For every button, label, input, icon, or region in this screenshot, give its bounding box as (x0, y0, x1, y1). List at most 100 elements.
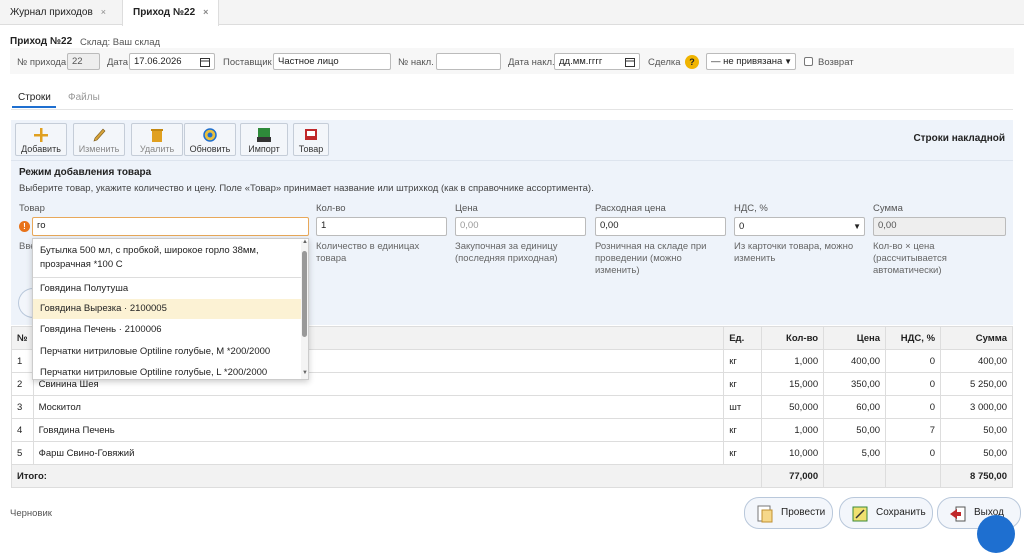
warehouse-label: Склад: Ваш склад (80, 37, 161, 48)
divider (11, 109, 1013, 110)
refresh-icon (203, 128, 217, 142)
suggestion-item[interactable]: Бутылка 500 мл, с пробкой, широкое горло… (33, 244, 301, 272)
cell-num: 5 (11, 441, 34, 465)
suggestion-item-highlighted[interactable]: Говядина Вырезка · 2100005 (33, 299, 301, 319)
divider (11, 160, 1013, 161)
calendar-icon[interactable] (200, 57, 210, 67)
warning-icon: ! (19, 221, 30, 232)
cell-price: 400,00 (823, 349, 887, 373)
table-row[interactable]: 5 Фарш Свино-Говяжий кг 10,000 5,00 0 50,00 (11, 441, 1013, 465)
cell-price: 60,00 (823, 395, 887, 419)
tab-journal[interactable]: Журнал приходов × (0, 0, 116, 25)
save-button[interactable]: Сохранить (839, 497, 933, 529)
help-icon[interactable]: ? (685, 55, 699, 69)
add-mode-title: Режим добавления товара (19, 167, 152, 178)
subtab-files[interactable]: Файлы (68, 92, 100, 103)
deal-label: Сделка (648, 57, 681, 68)
cell-price: 350,00 (823, 372, 887, 396)
vat-hint: Из карточки товара, можно изменить (734, 241, 854, 264)
cell-sum: 50,00 (940, 441, 1013, 465)
trash-icon (151, 129, 163, 142)
exit-icon (950, 506, 966, 522)
product-button[interactable]: Товар (293, 123, 329, 156)
suggestion-item[interactable]: Говядина Полутуша (33, 278, 301, 299)
return-checkbox[interactable] (804, 57, 813, 66)
chevron-down-icon: ▼ (784, 57, 792, 66)
col-unit[interactable]: Ед. (723, 326, 763, 350)
col-qty[interactable]: Кол-во (761, 326, 825, 350)
col-vat[interactable]: НДС, % (885, 326, 942, 350)
table-row[interactable]: 3 Москитол шт 50,000 60,00 0 3 000,00 (11, 395, 1013, 419)
deal-select[interactable]: — не привязана ▼ (706, 53, 796, 70)
product-label: Товар (19, 203, 45, 214)
scroll-down-icon[interactable]: ▼ (302, 370, 308, 376)
chat-widget-button[interactable] (977, 515, 1015, 553)
sum-hint: Кол-во × цена (рассчитывается автоматиче… (873, 241, 947, 276)
subtab-active-indicator (12, 106, 56, 108)
import-button[interactable]: Импорт (240, 123, 288, 156)
add-button-label: Добавить (21, 144, 61, 154)
cell-unit: кг (723, 441, 763, 465)
delete-button[interactable]: Удалить (131, 123, 183, 156)
sum-label: Сумма (873, 203, 903, 214)
receipt-number-field: 22 (67, 53, 100, 70)
scroll-up-icon[interactable]: ▲ (302, 239, 308, 245)
plus-icon (34, 128, 48, 142)
cell-sum: 50,00 (940, 418, 1013, 442)
add-button[interactable]: Добавить (15, 123, 67, 156)
price-hint: Закупочная за единицу (последняя приходн… (455, 241, 558, 264)
table-total-row: Итого: 77,000 8 750,00 (10, 464, 1013, 488)
product-suggestions: Бутылка 500 мл, с пробкой, широкое горло… (32, 238, 309, 380)
scrollbar-thumb[interactable] (302, 251, 307, 337)
cell-vat: 0 (885, 349, 942, 373)
total-sum: 8 750,00 (940, 464, 1013, 488)
suggestion-item[interactable]: Перчатки нитриловые Optiline голубые, M … (33, 341, 301, 362)
total-qty: 77,000 (761, 464, 825, 488)
suggestion-item[interactable]: Перчатки нитриловые Optiline голубые, L … (33, 364, 301, 379)
price-input[interactable]: 0,00 (455, 217, 586, 236)
import-icon (257, 128, 271, 142)
subtab-lines[interactable]: Строки (18, 92, 51, 103)
cell-qty: 15,000 (761, 372, 825, 396)
retail-price-label: Расходная цена (595, 203, 666, 214)
post-button[interactable]: Провести (744, 497, 833, 529)
col-sum[interactable]: Сумма (940, 326, 1013, 350)
cell-qty: 1,000 (761, 349, 825, 373)
post-button-label: Провести (781, 507, 826, 518)
deal-value: — не привязана (711, 56, 783, 67)
qty-hint: Количество в единицах товара (316, 241, 420, 264)
invoice-number-label: № накл. (398, 57, 434, 68)
retail-price-input[interactable]: 0,00 (595, 217, 726, 236)
invoice-number-field[interactable] (436, 53, 501, 70)
calendar-icon[interactable] (625, 57, 635, 67)
date-field[interactable]: 17.06.2026 (129, 53, 215, 70)
refresh-button[interactable]: Обновить (184, 123, 236, 156)
cell-num: 1 (11, 349, 34, 373)
close-icon[interactable]: × (203, 7, 208, 17)
close-icon[interactable]: × (101, 7, 106, 17)
vat-select[interactable]: 0 ▼ (734, 217, 865, 236)
col-price[interactable]: Цена (823, 326, 887, 350)
edit-button[interactable]: Изменить (73, 123, 125, 156)
sum-field: 0,00 (873, 217, 1006, 236)
lines-title: Строки накладной (913, 133, 1005, 144)
table-row[interactable]: 4 Говядина Печень кг 1,000 50,00 7 50,00 (11, 418, 1013, 442)
supplier-field[interactable]: Частное лицо (273, 53, 391, 70)
cell-vat: 0 (885, 372, 942, 396)
invoice-date-value: дд.мм.гггг (559, 56, 603, 67)
col-num[interactable]: № (11, 326, 34, 350)
suggestion-item[interactable]: Говядина Печень · 2100006 (33, 320, 301, 340)
tab-receipt[interactable]: Приход №22 × (122, 0, 220, 26)
product-button-label: Товар (298, 144, 324, 154)
page-title: Приход №22 (10, 36, 73, 47)
cell-price: 5,00 (823, 441, 887, 465)
supplier-label: Поставщик (223, 57, 272, 68)
refresh-button-label: Обновить (189, 144, 231, 154)
cell-unit: кг (723, 372, 763, 396)
qty-input[interactable]: 1 (316, 217, 447, 236)
pencil-icon (93, 128, 106, 142)
cell-num: 3 (11, 395, 34, 419)
invoice-date-field[interactable]: дд.мм.гггг (554, 53, 640, 70)
product-input[interactable]: го (32, 217, 309, 236)
edit-button-label: Изменить (78, 144, 120, 154)
